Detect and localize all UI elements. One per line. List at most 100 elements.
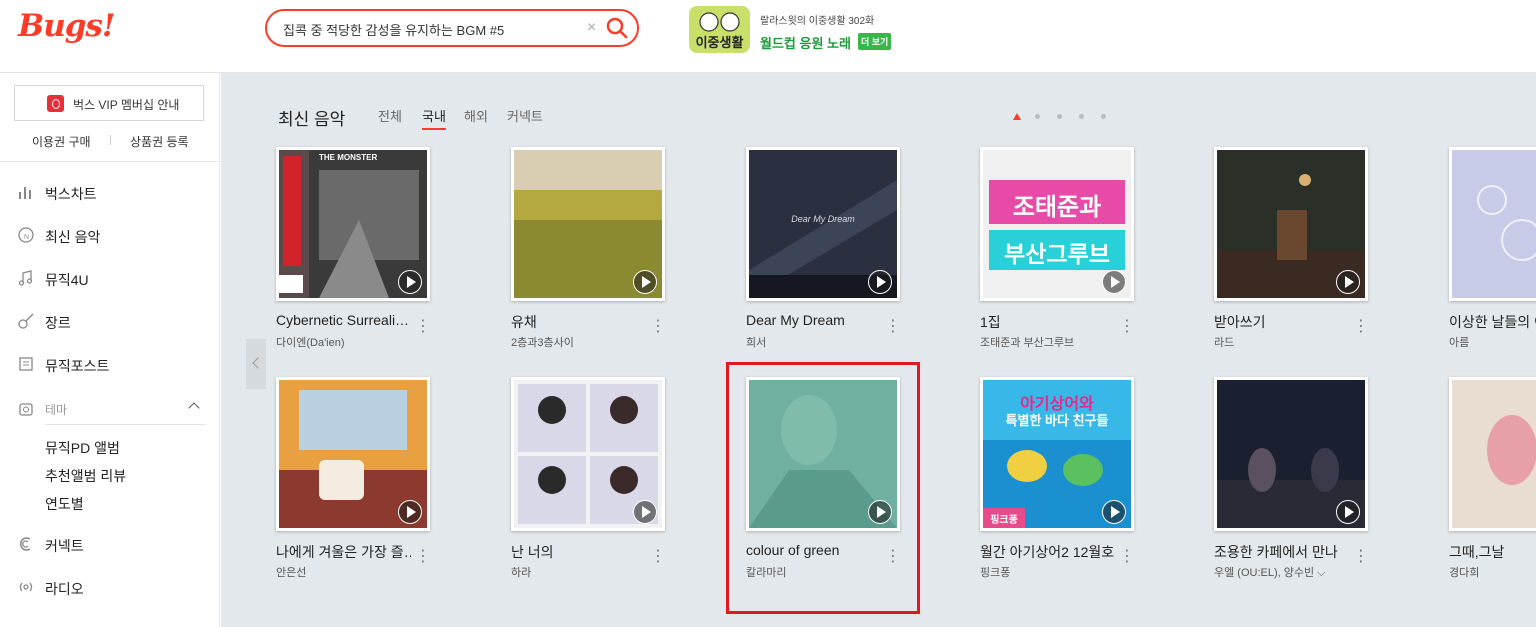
play-icon[interactable] xyxy=(1102,270,1126,294)
play-icon[interactable] xyxy=(398,270,422,294)
search-icon[interactable] xyxy=(605,16,629,40)
play-icon[interactable] xyxy=(868,270,892,294)
album-artist[interactable]: 희서 xyxy=(746,334,896,350)
clear-icon[interactable]: × xyxy=(587,18,596,38)
album-title[interactable]: 난 너의 xyxy=(511,542,646,562)
page-indicator[interactable] xyxy=(1035,114,1040,119)
album-artist[interactable]: 라드 xyxy=(1214,334,1364,350)
more-options-icon[interactable] xyxy=(650,317,660,337)
album-title[interactable]: 조용한 카페에서 만나 xyxy=(1214,542,1349,562)
album-artist[interactable]: 조태준과 부산그루브 xyxy=(980,334,1130,350)
sidebar-item-music4u[interactable]: 뮤직4U xyxy=(0,265,220,293)
album-card[interactable]: 그때,그날 경다희 xyxy=(1449,377,1536,597)
album-title[interactable]: 그때,그날 xyxy=(1449,542,1536,562)
buy-pass-link[interactable]: 이용권 구매 xyxy=(32,133,91,150)
album-cover[interactable] xyxy=(511,147,665,301)
page-indicator[interactable] xyxy=(1057,114,1062,119)
play-icon[interactable] xyxy=(633,270,657,294)
album-title[interactable]: 나에게 겨울은 가장 즐… xyxy=(276,542,411,562)
sidebar-item-theme[interactable]: 테마 xyxy=(0,396,220,424)
post-icon xyxy=(17,355,35,373)
promo-subtitle[interactable]: 랄라스윗의 이중생활 302화 xyxy=(760,12,874,27)
tab-all[interactable]: 전체 xyxy=(378,106,402,125)
promo-title[interactable]: 월드컵 응원 노래 xyxy=(760,33,851,52)
page-indicator[interactable] xyxy=(1101,114,1106,119)
album-artist[interactable]: 2층과3층사이 xyxy=(511,334,661,350)
album-title[interactable]: 유채 xyxy=(511,312,646,332)
album-card[interactable]: 조태준과 부산그루브 1집 조태준과 부산그루브 xyxy=(980,147,1190,367)
sidebar-item-new-music[interactable]: N 최신 음악 xyxy=(0,222,220,250)
sidebar-item-genre[interactable]: 장르 xyxy=(0,308,220,336)
play-icon[interactable] xyxy=(1336,270,1360,294)
album-cover[interactable]: Dear My Dream xyxy=(746,147,900,301)
album-cover[interactable] xyxy=(1449,377,1536,531)
album-title[interactable]: Cybernetic Surreali… xyxy=(276,312,411,328)
chevron-up-icon[interactable] xyxy=(188,402,200,414)
album-card[interactable]: 유채 2층과3층사이 xyxy=(511,147,721,367)
play-icon[interactable] xyxy=(1102,500,1126,524)
sidebar-item-connect[interactable]: 커넥트 xyxy=(0,531,220,559)
sidebar-item-bugs-chart[interactable]: 벅스차트 xyxy=(0,179,220,207)
album-title[interactable]: 이상한 날들의 이 xyxy=(1449,312,1536,332)
play-icon[interactable] xyxy=(633,500,657,524)
album-artist[interactable]: 우엘 (OU:EL), 양수빈 ⌵ xyxy=(1214,564,1364,580)
album-card[interactable]: 난 너의 하라 xyxy=(511,377,721,597)
carousel-prev-button[interactable] xyxy=(246,339,266,389)
sidebar-item-music-post[interactable]: 뮤직포스트 xyxy=(0,351,220,379)
more-options-icon[interactable] xyxy=(650,547,660,567)
album-cover[interactable] xyxy=(1214,377,1368,531)
album-cover[interactable] xyxy=(511,377,665,531)
search-input[interactable] xyxy=(283,18,583,40)
bugs-logo[interactable]: Bugs! xyxy=(18,8,115,44)
tab-domestic[interactable]: 국내 xyxy=(422,106,446,130)
album-title[interactable]: 1집 xyxy=(980,312,1115,332)
album-title[interactable]: 월간 아기상어2 12월호 xyxy=(980,542,1115,562)
album-artist[interactable]: 아름 xyxy=(1449,334,1536,350)
album-card[interactable]: 조용한 카페에서 만나 우엘 (OU:EL), 양수빈 ⌵ xyxy=(1214,377,1424,597)
album-card[interactable]: THE MONSTER Cybernetic Surreali… 다이엔(Da'… xyxy=(276,147,486,367)
sidebar-subitem-review[interactable]: 추천앨범 리뷰 xyxy=(45,466,126,486)
sidebar-item-label: 장르 xyxy=(45,315,71,331)
album-cover[interactable] xyxy=(1449,147,1536,301)
album-artist[interactable]: 안은선 xyxy=(276,564,426,580)
album-cover[interactable]: 조태준과 부산그루브 xyxy=(980,147,1134,301)
page-indicator[interactable] xyxy=(1079,114,1084,119)
album-card[interactable]: 이상한 날들의 이 아름 xyxy=(1449,147,1536,367)
play-icon[interactable] xyxy=(398,500,422,524)
album-card[interactable]: 나에게 겨울은 가장 즐… 안은선 xyxy=(276,377,486,597)
album-cover[interactable] xyxy=(276,377,430,531)
album-cover[interactable] xyxy=(1214,147,1368,301)
album-card[interactable]: 아기상어와 특별한 바다 친구들 핑크퐁 월간 아기상어2 12월호 핑크퐁 xyxy=(980,377,1190,597)
sidebar-item-label: 벅스차트 xyxy=(45,186,97,202)
album-cover[interactable]: 아기상어와 특별한 바다 친구들 핑크퐁 xyxy=(980,377,1134,531)
vip-membership-button[interactable]: 벅스 VIP 멤버십 안내 xyxy=(14,85,204,121)
album-title[interactable]: Dear My Dream xyxy=(746,312,881,328)
more-options-icon[interactable] xyxy=(1119,317,1129,337)
search-box[interactable]: × xyxy=(265,9,639,47)
more-options-icon[interactable] xyxy=(415,317,425,337)
more-options-icon[interactable] xyxy=(1353,317,1363,337)
album-card[interactable]: Dear My Dream Dear My Dream 희서 xyxy=(746,147,956,367)
album-artist[interactable]: 하라 xyxy=(511,564,661,580)
more-options-icon[interactable] xyxy=(885,317,895,337)
play-icon[interactable] xyxy=(1336,500,1360,524)
page-indicator-active[interactable] xyxy=(1013,113,1021,120)
tab-overseas[interactable]: 해외 xyxy=(464,106,488,125)
album-card[interactable]: 받아쓰기 라드 xyxy=(1214,147,1424,367)
album-cover[interactable]: THE MONSTER xyxy=(276,147,430,301)
more-options-icon[interactable] xyxy=(415,547,425,567)
radio-icon xyxy=(17,578,35,596)
album-artist[interactable]: 핑크퐁 xyxy=(980,564,1130,580)
album-artist[interactable]: 다이엔(Da'ien) xyxy=(276,334,426,350)
tab-connect[interactable]: 커넥트 xyxy=(507,106,543,125)
sidebar-item-radio[interactable]: 라디오 xyxy=(0,574,220,602)
promo-more-button[interactable]: 더 보기 xyxy=(858,33,892,50)
register-voucher-link[interactable]: 상품권 등록 xyxy=(130,133,189,150)
album-artist[interactable]: 경다희 xyxy=(1449,564,1536,580)
promo-image[interactable]: 이중생활 xyxy=(689,6,750,53)
sidebar-subitem-musicpd[interactable]: 뮤직PD 앨범 xyxy=(45,438,120,458)
more-options-icon[interactable] xyxy=(1353,547,1363,567)
more-options-icon[interactable] xyxy=(1119,547,1129,567)
sidebar-subitem-by-year[interactable]: 연도별 xyxy=(45,494,84,514)
album-title[interactable]: 받아쓰기 xyxy=(1214,312,1349,332)
